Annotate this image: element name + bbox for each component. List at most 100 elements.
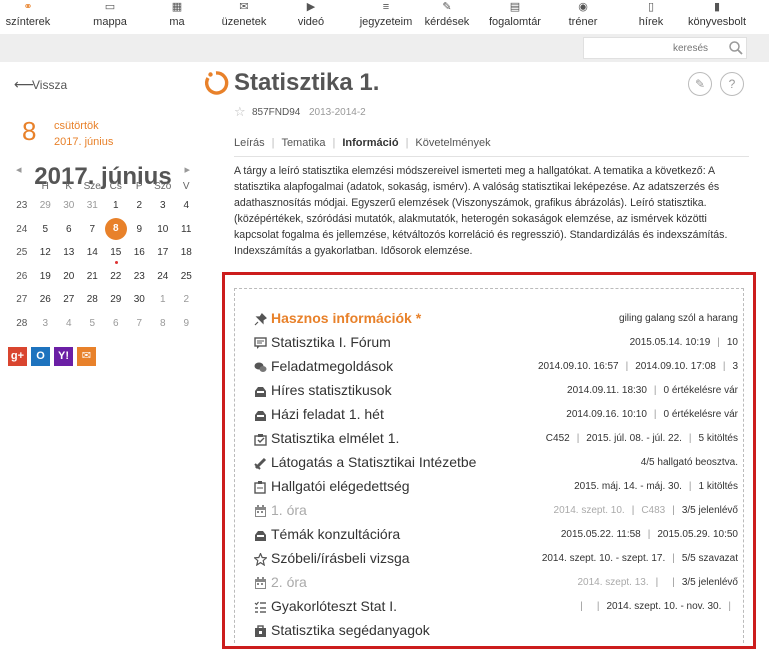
calendar-day[interactable]: 1 [151,288,175,312]
calendar-day[interactable]: 26 [34,288,58,312]
list-item-title[interactable]: Statisztika segédanyagok [271,622,430,638]
tab-3[interactable]: Információ [342,137,398,149]
list-item[interactable]: 1. óra 2014. szept. 10. | C483 | 3/5 jelenlév… [254,500,738,522]
calendar-day[interactable]: 3 [151,194,175,218]
nav-item-7[interactable]: ✎ kérdések [417,0,477,34]
outlook-icon[interactable]: O [31,347,50,366]
nav-item-3[interactable]: ▦ ma [147,0,207,34]
calendar-day[interactable]: 25 [175,265,199,289]
list-item[interactable]: 2. óra 2014. szept. 13. | | 3/5 jelenlévő [254,572,738,594]
list-item[interactable]: Statisztika elmélet 1. C452 | 2015. júl. 08… [254,428,738,450]
list-item-title[interactable]: Hasznos információk * [271,310,421,326]
calendar-day-today[interactable]: 8 [104,218,128,242]
list-item-title[interactable]: 2. óra [271,574,307,590]
nav-item-2[interactable]: ▭ mappa [80,0,140,34]
calendar-day[interactable]: 17 [151,241,175,265]
course-semester: 2013-2014-2 [309,107,366,118]
calendar-day[interactable]: 30 [57,194,81,218]
nav-item-8[interactable]: ▤ fogalomtár [485,0,545,34]
yahoo-icon[interactable]: Y! [54,347,73,366]
calendar-day[interactable]: 11 [175,218,199,242]
list-item[interactable]: Statisztika segédanyagok [254,620,738,642]
calendar-day[interactable]: 20 [57,265,81,289]
list-item-title[interactable]: Házi feladat 1. hét [271,406,384,422]
calendar-day[interactable]: 23 [128,265,152,289]
list-item-meta: 2014. szept. 10. | C483 | 3/5 jelenlévő [554,505,738,516]
calendar-day[interactable]: 8 [151,312,175,336]
calendar-day[interactable]: 28 [81,288,105,312]
list-item[interactable]: Látogatás a Statisztikai Intézetbe 4/5 ha… [254,452,738,474]
list-item[interactable]: Feladatmegoldások 2014.09.10. 16:57 | 2014.… [254,356,738,378]
calendar-day[interactable]: 1 [104,194,128,218]
nav-item-11[interactable]: ▮ könyvesbolt [687,0,747,34]
calendar-day[interactable]: 12 [34,241,58,265]
calendar-day[interactable]: 5 [81,312,105,336]
nav-item-5[interactable]: ▶ videó [281,0,341,34]
calendar-day[interactable]: 7 [81,218,105,242]
tab-2[interactable]: Tematika [281,137,325,149]
calendar-day[interactable]: 3 [34,312,58,336]
nav-item-6[interactable]: ≡ jegyzeteim [356,0,416,34]
calendar-day[interactable]: 19 [34,265,58,289]
calendar-weekday: Szo [154,180,172,192]
tab-1[interactable]: Leírás [234,137,265,149]
search-input[interactable] [586,40,710,56]
calendar-day[interactable]: 21 [81,265,105,289]
list-item-title[interactable]: Látogatás a Statisztikai Intézetbe [271,454,476,470]
list-item[interactable]: Témák konzultációra 2015.05.22. 11:58 | 201… [254,524,738,546]
calendar-day[interactable]: 29 [104,288,128,312]
calendar-day[interactable]: 2 [128,194,152,218]
list-item[interactable]: Hasznos információk * giling galang szól … [254,308,738,330]
calendar-day[interactable]: 30 [128,288,152,312]
calendar-day[interactable]: 24 [151,265,175,289]
list-item-title[interactable]: Feladatmegoldások [271,358,393,374]
calendar-day[interactable]: 7 [128,312,152,336]
nav-item-9[interactable]: ◉ tréner [553,0,613,34]
calendar-day[interactable]: 31 [81,194,105,218]
calendar-day[interactable]: 10 [151,218,175,242]
calendar-day[interactable]: 13 [57,241,81,265]
calendar-next-icon[interactable]: ▸ [184,163,190,176]
calendar-day[interactable]: 6 [104,312,128,336]
calendar-day[interactable]: 22 [104,265,128,289]
nav-item-10[interactable]: ▯ hírek [621,0,681,34]
edit-icon[interactable]: ✎ [688,72,712,96]
list-item-title[interactable]: Gyakorlóteszt Stat I. [271,598,397,614]
list-item[interactable]: Híres statisztikusok 2014.09.11. 18:30 | 0 … [254,380,738,402]
list-item[interactable]: Házi feladat 1. hét 2014.09.16. 10:10 | 0 é… [254,404,738,426]
list-item-title[interactable]: Témák konzultációra [271,526,400,542]
list-item[interactable]: Gyakorlóteszt Stat I. | | 2014. szept. 10. … [254,596,738,618]
calendar-day[interactable]: 2 [175,288,199,312]
list-item-title[interactable]: Statisztika I. Fórum [271,334,391,350]
list-item-title[interactable]: Szóbeli/írásbeli vizsga [271,550,410,566]
meta-value: 0 értékelésre vár [663,409,738,420]
list-item[interactable]: Hallgatói elégedettség 2015. máj. 14. - m… [254,476,738,498]
calendar-day[interactable]: 6 [57,218,81,242]
calendar-day[interactable]: 9 [175,312,199,336]
calendar-day[interactable]: 18 [175,241,199,265]
list-item[interactable]: Szóbeli/írásbeli vizsga 2014. szept. 10. … [254,548,738,570]
list-item-title[interactable]: Statisztika elmélet 1. [271,430,399,446]
list-item[interactable]: Statisztika I. Fórum 2015.05.14. 10:19 | 10 [254,332,738,354]
search-icon[interactable] [728,40,744,56]
mail-icon[interactable]: ✉ [77,347,96,366]
favorite-star-icon[interactable]: ☆ [234,104,246,120]
google-icon[interactable]: g+ [8,347,27,366]
calendar-day[interactable]: 4 [175,194,199,218]
calendar-day[interactable]: 29 [34,194,58,218]
calendar-day[interactable]: 4 [57,312,81,336]
help-icon[interactable]: ? [720,72,744,96]
calendar-day[interactable]: 5 [34,218,58,242]
calendar-day[interactable]: 9 [128,218,152,242]
nav-item-4[interactable]: ✉ üzenetek [214,0,274,34]
nav-item-1[interactable]: ⚭ színterek [0,0,58,34]
tab-4[interactable]: Követelmények [415,137,490,149]
back-link[interactable]: ⟵Vissza [14,76,67,93]
list-item-title[interactable]: 1. óra [271,502,307,518]
calendar-day[interactable]: 16 [128,241,152,265]
list-item-title[interactable]: Híres statisztikusok [271,382,392,398]
list-item-title[interactable]: Hallgatói elégedettség [271,478,410,494]
calendar-day[interactable]: 27 [57,288,81,312]
calendar-day[interactable]: 15 [104,241,128,265]
calendar-day[interactable]: 14 [81,241,105,265]
